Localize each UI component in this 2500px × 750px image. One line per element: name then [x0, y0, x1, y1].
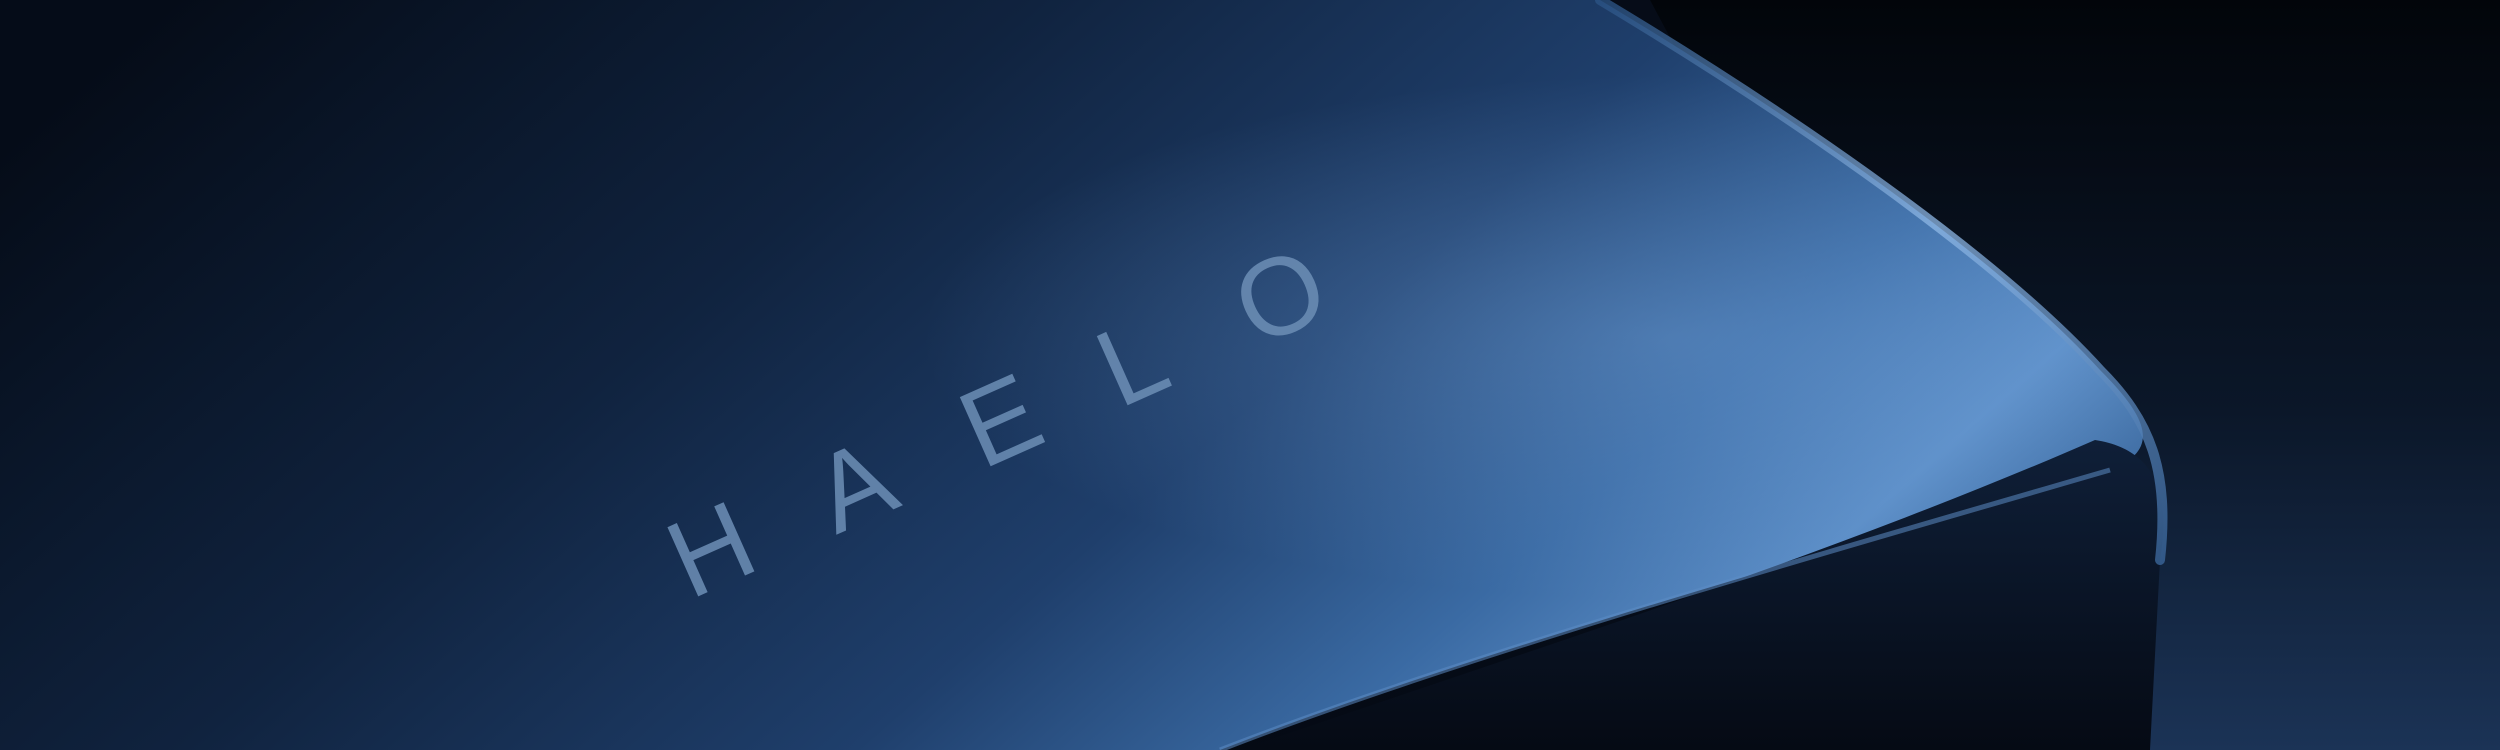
product-photo-scene: H A E L O: [0, 0, 2500, 750]
device-illustration: H A E L O: [0, 0, 2500, 750]
